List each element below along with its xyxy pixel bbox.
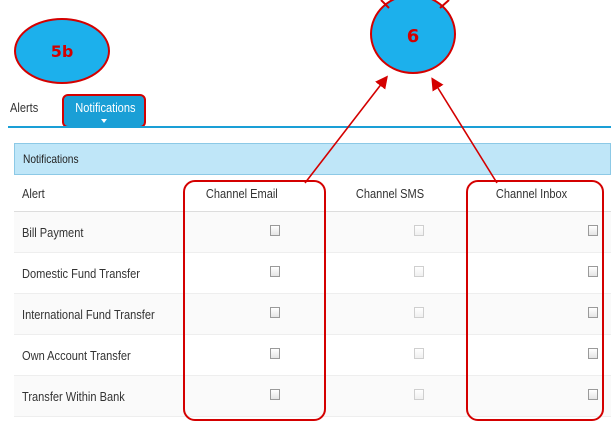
arrow-top-right-icon [439, 0, 450, 9]
arrow-to-email-icon [304, 75, 388, 184]
arrow-to-inbox-icon [431, 77, 498, 184]
arrow-top-left-icon [380, 0, 390, 9]
annotation-arrows [304, 0, 498, 184]
